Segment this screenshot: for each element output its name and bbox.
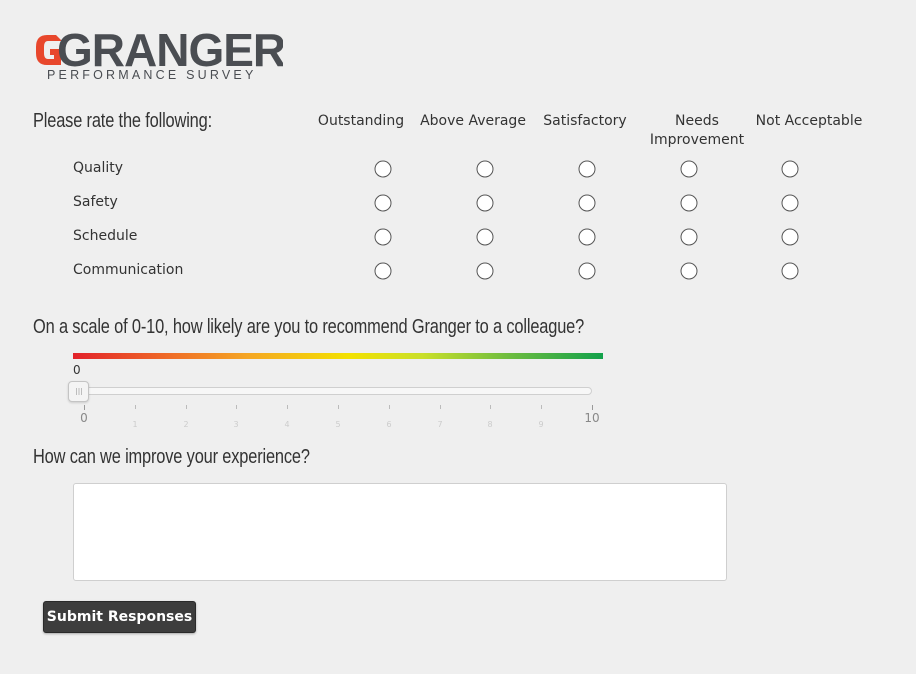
radio-quality-needs-improvement[interactable] [680,160,698,178]
rating-heading: Please rate the following: [33,110,212,132]
slider-tick-label: 3 [233,420,239,429]
radio-quality-above-average[interactable] [476,160,494,178]
slider-tick [592,405,593,410]
slider-tick [490,405,491,409]
radio-communication-outstanding[interactable] [374,262,392,280]
slider-tick [389,405,390,409]
column-not-acceptable: Not Acceptable [755,113,863,129]
column-outstanding: Outstanding [317,113,405,129]
granger-logo: GRANGER PERFORMANCE SURVEY [33,30,283,86]
grip-icon [76,388,82,395]
radio-quality-outstanding[interactable] [374,160,392,178]
submit-button[interactable]: Submit Responses [43,601,196,633]
row-label-communication: Communication [73,262,184,278]
radio-schedule-not-acceptable[interactable] [781,228,799,246]
column-satisfactory: Satisfactory [543,113,627,129]
row-label-safety: Safety [73,194,118,210]
radio-quality-not-acceptable[interactable] [781,160,799,178]
slider-tick [186,405,187,409]
slider-track[interactable] [73,387,592,395]
slider-tick-label: 1 [132,420,138,429]
recommend-gradient-bar [73,353,603,359]
slider-tick [541,405,542,409]
radio-schedule-above-average[interactable] [476,228,494,246]
row-label-quality: Quality [73,160,124,176]
slider-tick [84,405,85,410]
slider-tick [338,405,339,409]
radio-safety-satisfactory[interactable] [578,194,596,212]
slider-tick-label: 10 [584,411,600,425]
slider-tick [440,405,441,409]
column-needs-improvement: Needs Improvement [649,113,745,148]
slider-tick [135,405,136,409]
radio-safety-outstanding[interactable] [374,194,392,212]
radio-schedule-outstanding[interactable] [374,228,392,246]
row-label-schedule: Schedule [73,228,138,244]
slider-tick [287,405,288,409]
radio-communication-needs-improvement[interactable] [680,262,698,280]
slider-tick-label: 2 [183,420,189,429]
radio-quality-satisfactory[interactable] [578,160,596,178]
slider-value: 0 [73,363,81,377]
radio-schedule-needs-improvement[interactable] [680,228,698,246]
slider-tick-label: 0 [80,411,88,425]
column-above-average: Above Average [420,113,526,129]
slider-tick-label: 7 [437,420,443,429]
radio-communication-satisfactory[interactable] [578,262,596,280]
radio-safety-above-average[interactable] [476,194,494,212]
radio-safety-needs-improvement[interactable] [680,194,698,212]
radio-communication-above-average[interactable] [476,262,494,280]
slider-tick-label: 5 [335,420,341,429]
slider-tick-label: 6 [386,420,392,429]
granger-logo-graphic: GRANGER PERFORMANCE SURVEY [36,30,283,82]
brand-subtitle: PERFORMANCE SURVEY [47,68,256,82]
radio-safety-not-acceptable[interactable] [781,194,799,212]
radio-schedule-satisfactory[interactable] [578,228,596,246]
radio-communication-not-acceptable[interactable] [781,262,799,280]
slider-handle[interactable] [68,381,89,402]
recommend-heading: On a scale of 0-10, how likely are you t… [33,316,585,338]
slider-tick-label: 8 [487,420,493,429]
improve-heading: How can we improve your experience? [33,446,310,468]
improve-textarea[interactable] [73,483,727,581]
slider-tick [236,405,237,409]
slider-tick-label: 9 [538,420,544,429]
slider-tick-label: 4 [284,420,290,429]
